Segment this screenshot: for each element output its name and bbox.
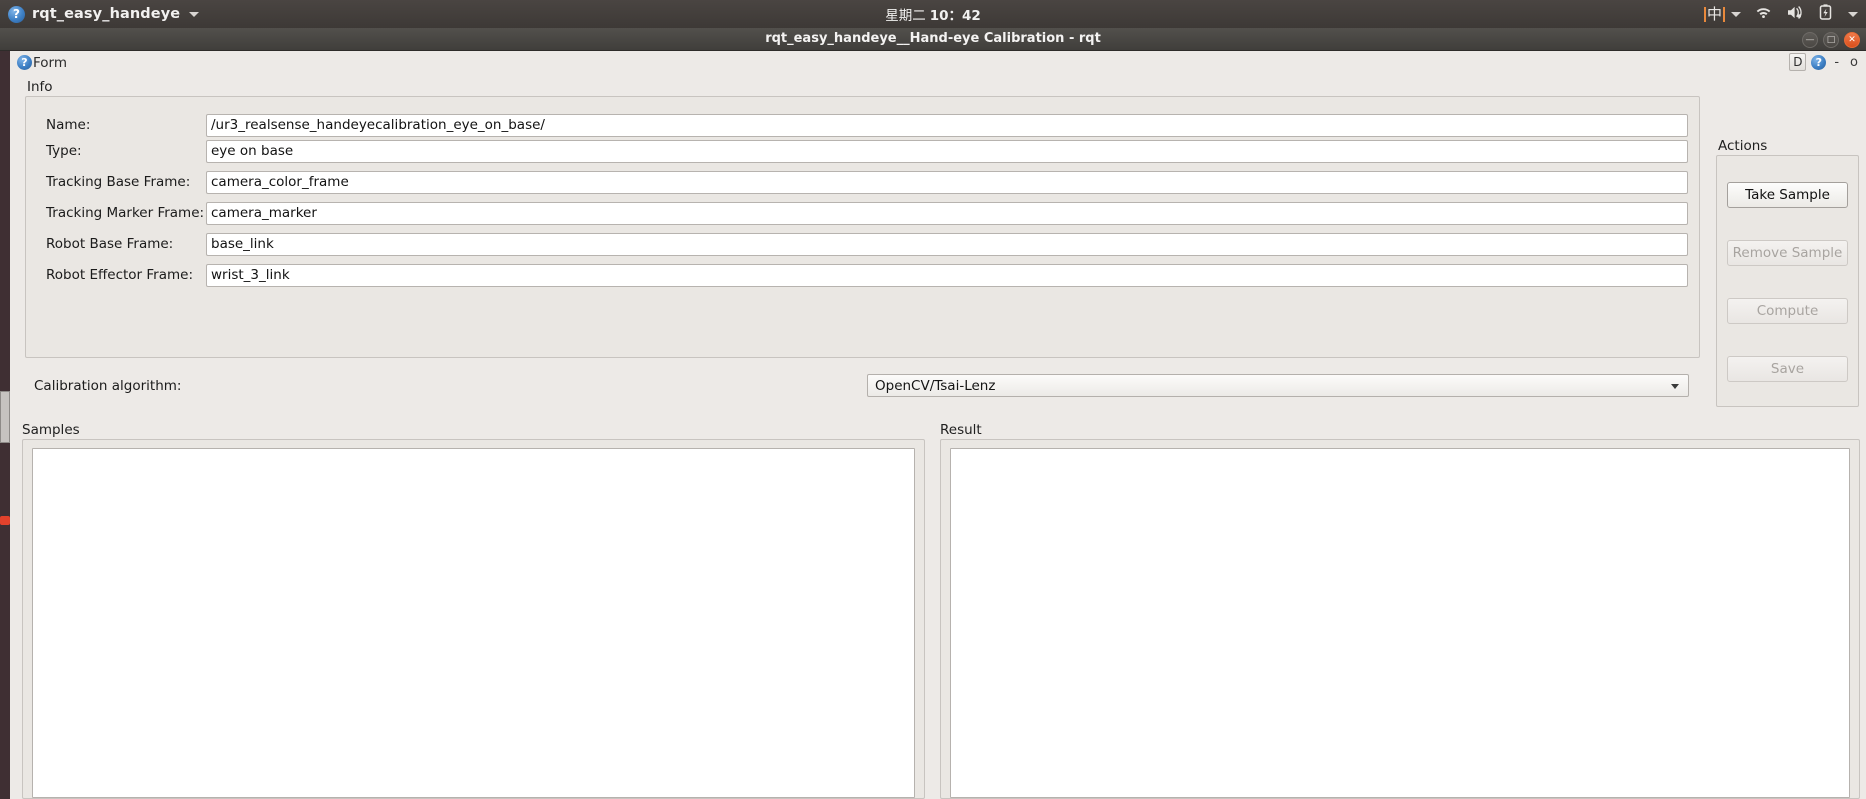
wifi-icon[interactable] [1755, 5, 1772, 23]
remove-sample-button[interactable]: Remove Sample [1727, 240, 1848, 266]
compute-button[interactable]: Compute [1727, 298, 1848, 324]
chevron-down-icon [1731, 11, 1741, 17]
window-titlebar[interactable]: rqt_easy_handeye__Hand-eye Calibration -… [0, 28, 1866, 51]
form-help-icon[interactable]: ? [1811, 54, 1827, 70]
info-group-label: Info [27, 79, 53, 95]
form-float-icon[interactable]: o [1847, 56, 1861, 69]
result-panel-label: Result [940, 422, 982, 438]
form-header-bar: ? Form D ? - o [10, 51, 1866, 74]
take-sample-button[interactable]: Take Sample [1727, 182, 1848, 208]
field-row-type: Type: eye on base [26, 139, 1699, 163]
field-row-tracking-marker-frame: Tracking Marker Frame: camera_marker [26, 201, 1699, 225]
unity-launcher[interactable] [0, 51, 10, 799]
panel-clock[interactable]: 星期二 10：42 [0, 4, 1866, 24]
field-row-tracking-base-frame: Tracking Base Frame: camera_color_frame [26, 170, 1699, 194]
launcher-app-icon[interactable] [0, 516, 10, 525]
tracking-base-frame-field[interactable]: camera_color_frame [206, 170, 1688, 194]
window-controls: — □ ✕ [1802, 32, 1860, 48]
app-menu-title: rqt_easy_handeye [32, 6, 181, 22]
calibration-algorithm-label: Calibration algorithm: [34, 377, 182, 394]
field-label-robot-effector-frame: Robot Effector Frame: [46, 267, 194, 283]
maximize-button[interactable]: □ [1823, 32, 1839, 48]
panel-app-menu[interactable]: ? rqt_easy_handeye [0, 5, 200, 23]
volume-muted-icon[interactable] [1786, 5, 1805, 24]
save-button[interactable]: Save [1727, 356, 1848, 382]
field-label-tracking-base-frame: Tracking Base Frame: [46, 174, 191, 190]
ime-label: 中 [1703, 6, 1725, 22]
help-icon: ? [8, 5, 25, 23]
field-label-tracking-marker-frame: Tracking Marker Frame: [46, 205, 205, 221]
samples-group-box [22, 439, 925, 799]
dock-button[interactable]: D [1789, 53, 1807, 71]
clock-weekday: 星期二 [885, 8, 926, 24]
panel-system-tray: 中 [1703, 4, 1858, 24]
samples-panel-label: Samples [22, 422, 80, 438]
actions-group-box: Take Sample Remove Sample Compute Save [1716, 155, 1859, 407]
field-label-type: Type: [46, 143, 82, 159]
close-button[interactable]: ✕ [1844, 32, 1860, 48]
chevron-down-icon [189, 11, 200, 17]
field-row-robot-base-frame: Robot Base Frame: base_link [26, 232, 1699, 256]
robot-base-frame-field[interactable]: base_link [206, 232, 1688, 256]
result-list[interactable] [950, 448, 1850, 798]
result-group-box [940, 439, 1860, 799]
field-row-robot-effector-frame: Robot Effector Frame: wrist_3_link [26, 263, 1699, 287]
samples-list[interactable] [32, 448, 915, 798]
ime-indicator[interactable]: 中 [1703, 6, 1741, 22]
plugin-content-area: ? Form D ? - o Info Name: /ur3_realsense… [0, 51, 1866, 799]
info-group-box: Name: /ur3_realsense_handeyecalibration_… [25, 96, 1700, 358]
form-minimize-icon[interactable]: - [1831, 56, 1842, 69]
calibration-algorithm-row: Calibration algorithm: OpenCV/Tsai-Lenz [0, 373, 1700, 398]
launcher-window-icon[interactable] [0, 391, 10, 443]
name-field[interactable]: /ur3_realsense_handeyecalibration_eye_on… [206, 113, 1688, 137]
unity-top-panel: ? rqt_easy_handeye 星期二 10：42 中 [0, 0, 1866, 28]
field-label-name: Name: [46, 117, 91, 133]
calibration-algorithm-select[interactable]: OpenCV/Tsai-Lenz [867, 374, 1689, 397]
chevron-down-icon[interactable] [1848, 11, 1858, 17]
clock-time: 10：42 [929, 8, 981, 24]
field-row-name: Name: /ur3_realsense_handeyecalibration_… [26, 113, 1699, 137]
field-label-robot-base-frame: Robot Base Frame: [46, 236, 174, 252]
form-dock-controls: D ? - o [1789, 53, 1861, 71]
type-field[interactable]: eye on base [206, 139, 1688, 163]
window-title: rqt_easy_handeye__Hand-eye Calibration -… [765, 31, 1101, 46]
form-title: Form [33, 54, 68, 71]
chevron-down-icon [1671, 384, 1679, 389]
actions-group-label: Actions [1718, 138, 1768, 154]
tracking-marker-frame-field[interactable]: camera_marker [206, 201, 1688, 225]
help-icon: ? [17, 55, 32, 70]
minimize-button[interactable]: — [1802, 32, 1818, 48]
robot-effector-frame-field[interactable]: wrist_3_link [206, 263, 1688, 287]
battery-charging-icon[interactable] [1819, 4, 1832, 24]
calibration-algorithm-value: OpenCV/Tsai-Lenz [875, 377, 996, 394]
